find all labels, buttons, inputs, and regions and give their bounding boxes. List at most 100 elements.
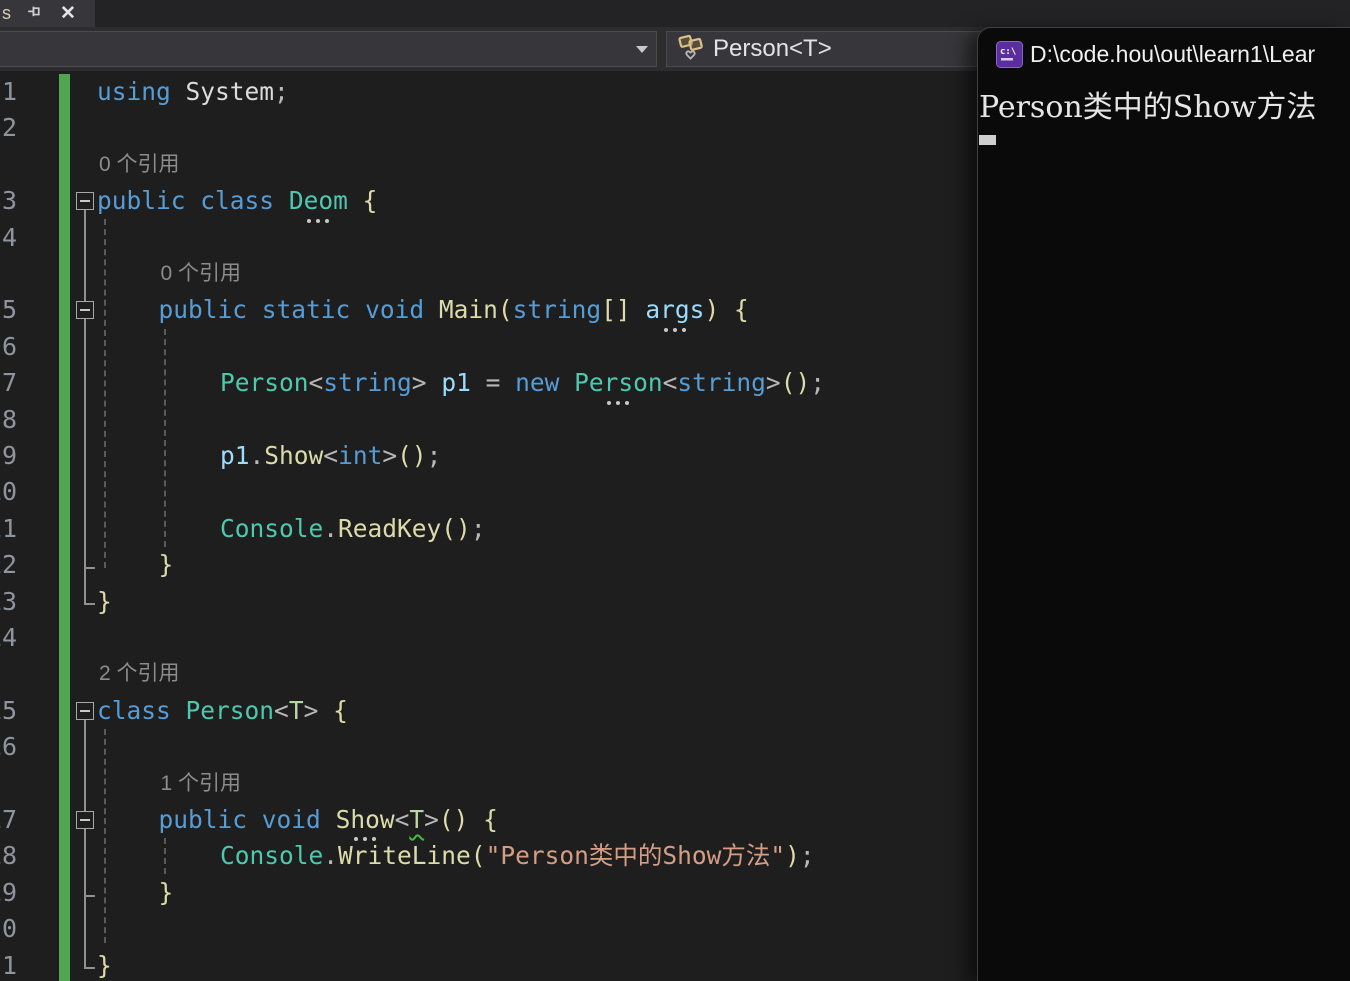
- code-line[interactable]: Console.WriteLine("Person类中的Show方法");: [0, 838, 977, 874]
- console-window-title: D:\code.hou\out\learn1\Lear: [1030, 41, 1316, 67]
- code-token: string: [512, 295, 602, 325]
- code-line[interactable]: [0, 911, 977, 947]
- code-token: args: [645, 292, 704, 328]
- code-token: <: [308, 368, 324, 398]
- code-line[interactable]: [0, 402, 977, 438]
- collapse-region-button[interactable]: [76, 701, 94, 720]
- console-title-bar[interactable]: c:\ D:\code.hou\out\learn1\Lear: [978, 28, 1350, 78]
- code-token: p1: [220, 441, 250, 470]
- close-icon: ✕: [60, 2, 76, 24]
- code-line[interactable]: [0, 474, 977, 510]
- code-token: int: [338, 441, 383, 470]
- code-token: ): [785, 841, 800, 871]
- code-line[interactable]: [0, 329, 977, 365]
- code-line[interactable]: [0, 729, 977, 765]
- code-token: {: [333, 695, 348, 725]
- collapse-region-button[interactable]: [76, 811, 94, 829]
- code-token: T: [409, 805, 425, 834]
- code-line[interactable]: Console.ReadKey();: [0, 511, 977, 547]
- codelens-references-link[interactable]: 0 个引用: [0, 147, 977, 183]
- member-dropdown-value: Person<T>: [713, 35, 832, 62]
- code-token: ;: [799, 841, 815, 871]
- code-token: public: [158, 295, 248, 325]
- code-line[interactable]: p1.Show<int>();: [0, 438, 977, 474]
- code-token: ;: [274, 77, 289, 106]
- close-tab-button[interactable]: ✕: [57, 3, 79, 25]
- code-token: {: [362, 186, 378, 216]
- code-line[interactable]: using System;: [0, 74, 977, 110]
- outlining-guide: [84, 967, 95, 969]
- code-line[interactable]: [0, 620, 977, 656]
- code-token: new: [515, 368, 560, 398]
- code-token: System: [170, 77, 275, 106]
- code-token: >: [303, 695, 334, 725]
- code-line[interactable]: }: [0, 948, 977, 981]
- code-token: Person: [574, 365, 663, 401]
- class-icon: [677, 33, 707, 65]
- indent-guide: [164, 329, 166, 547]
- console-window[interactable]: c:\ D:\code.hou\out\learn1\Lear Person类中…: [977, 27, 1350, 981]
- code-token: (: [470, 841, 486, 871]
- code-token: Console: [220, 841, 324, 871]
- code-token: Show: [264, 441, 324, 470]
- code-token: {: [733, 295, 749, 325]
- codelens-references-link[interactable]: 0 个引用: [0, 256, 977, 292]
- outlining-guide: [84, 567, 95, 569]
- code-token: class: [97, 695, 171, 725]
- codelens-references-link[interactable]: 2 个引用: [0, 656, 977, 692]
- code-token: void: [261, 805, 321, 834]
- code-token: WriteLine: [338, 841, 471, 871]
- console-output-text: Person类中的Show方法: [979, 90, 1317, 125]
- code-token: T: [288, 695, 304, 725]
- codelens-references-link[interactable]: 1 个引用: [0, 766, 977, 802]
- code-line[interactable]: public static void Main(string[] args) {: [0, 292, 977, 328]
- collapse-region-button[interactable]: [76, 301, 94, 320]
- code-token: public: [158, 805, 248, 834]
- code-token: <: [394, 805, 410, 834]
- code-token: Main: [438, 295, 498, 325]
- code-token: (): [438, 805, 469, 834]
- code-token: Person: [220, 368, 309, 398]
- code-token: .: [249, 441, 265, 470]
- code-line[interactable]: public void Show<T>() {: [0, 802, 977, 838]
- code-token: Deom: [289, 183, 348, 219]
- code-line[interactable]: }: [0, 875, 977, 911]
- project-type-dropdown[interactable]: [0, 31, 657, 67]
- code-line[interactable]: }: [0, 547, 977, 583]
- outlining-guide: [84, 719, 86, 967]
- code-line[interactable]: public class Deom {: [0, 183, 977, 219]
- code-token: "Person类中的Show方法": [485, 841, 786, 871]
- code-token: void: [365, 295, 425, 325]
- code-line[interactable]: }: [0, 584, 977, 620]
- code-line[interactable]: class Person<T> {: [0, 693, 977, 729]
- collapse-region-button[interactable]: [76, 192, 94, 211]
- code-line[interactable]: [0, 110, 977, 146]
- code-token: >: [411, 368, 442, 398]
- console-app-icon: c:\: [996, 41, 1023, 68]
- code-token: using: [97, 77, 171, 106]
- document-tab[interactable]: s ✕: [0, 0, 95, 27]
- code-line[interactable]: Person<string> p1 = new Person<string>()…: [0, 365, 977, 401]
- code-token: }: [158, 550, 174, 580]
- pin-icon: [26, 5, 43, 22]
- code-token: }: [158, 877, 174, 907]
- code-token: }: [97, 950, 112, 980]
- code-token: string: [323, 368, 412, 398]
- code-token: ReadKey: [338, 513, 442, 543]
- code-token: []: [601, 295, 631, 325]
- code-token: <: [274, 695, 289, 725]
- code-editor[interactable]: 1 using System; 2 0 个引用 3 public class Deom {…: [0, 71, 977, 981]
- indent-guide: [104, 219, 106, 568]
- code-line[interactable]: [0, 220, 977, 256]
- code-token: ): [704, 295, 720, 325]
- pin-button[interactable]: [23, 3, 45, 25]
